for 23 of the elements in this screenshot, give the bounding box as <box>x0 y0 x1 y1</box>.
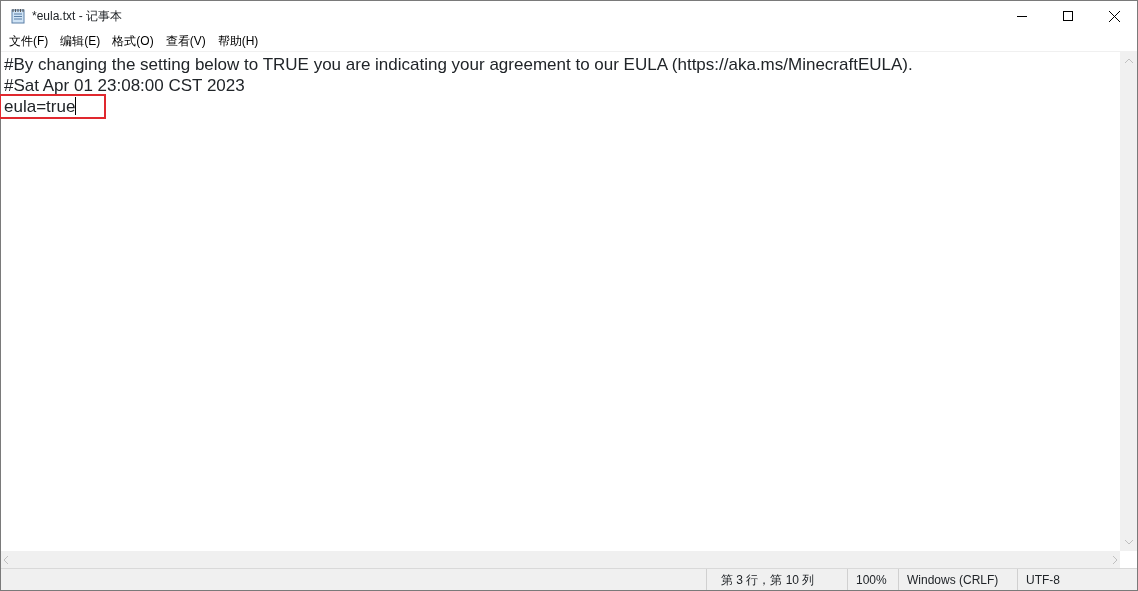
text-editor[interactable]: #By changing the setting below to TRUE you are indicating your agreement to our EULA (https://aka.ms/MinecraftEULA). #Sat Apr 01 23:08:00 CST 2023 eula=true <box>1 52 1120 551</box>
line-ending: Windows (CRLF) <box>907 571 999 589</box>
text-line: #By changing the setting below to TRUE you are indicating your agreement to our EULA (https://aka.ms/MinecraftEULA). <box>4 54 913 75</box>
menu-item[interactable]: 编辑(E) <box>54 31 107 51</box>
scroll-down-icon[interactable] <box>1124 540 1133 545</box>
text-line: #Sat Apr 01 23:08:00 CST 2023 <box>4 75 245 96</box>
highlighted-text-line: eula=true <box>1 96 105 117</box>
menu-item[interactable]: 查看(V) <box>159 31 212 51</box>
menu-item[interactable]: 文件(F) <box>3 31 55 51</box>
scroll-left-icon[interactable] <box>3 555 8 564</box>
maximize-icon <box>1063 11 1073 21</box>
encoding: UTF-8 <box>1026 571 1060 589</box>
menu-item[interactable]: 帮助(H) <box>211 31 265 51</box>
scroll-up-icon[interactable] <box>1124 58 1133 63</box>
menu-item[interactable]: 格式(O) <box>106 31 160 51</box>
close-icon <box>1108 10 1120 22</box>
cursor-position: 第 3 行，第 10 列 <box>721 571 815 589</box>
vertical-scrollbar[interactable] <box>1120 52 1137 551</box>
window-title: *eula.txt - 记事本 <box>32 8 123 25</box>
horizontal-scrollbar[interactable] <box>1 551 1120 568</box>
zoom-level: 100% <box>856 571 887 589</box>
notepad-icon <box>10 8 26 24</box>
scroll-right-icon[interactable] <box>1113 555 1118 564</box>
